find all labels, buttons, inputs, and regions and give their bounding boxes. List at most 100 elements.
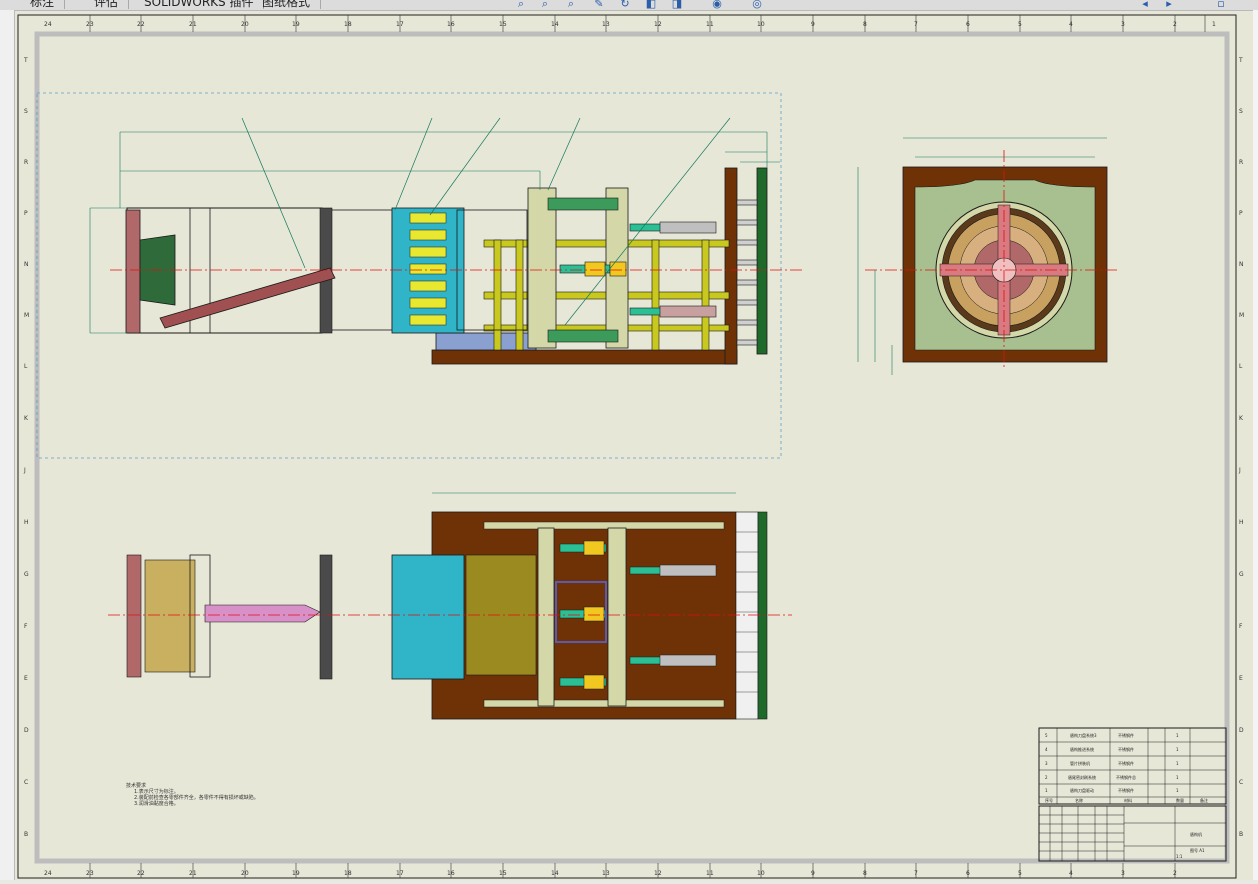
ruler-row: P [24,210,28,217]
ruler-col: 23 [86,21,94,28]
bom-cell: 盾构推进系统 [1070,746,1094,752]
window-restore-icon[interactable]: ◂ [1136,0,1154,10]
ruler-col: 8 [863,870,867,877]
ruler-col: 5 [1018,21,1022,28]
notes-line: 2.装配前检查各零部件齐全，各零件不得有损坏或缺陷。 [134,794,259,801]
ruler-row: R [1239,159,1243,166]
ruler-col: 12 [654,21,662,28]
ruler-col: 21 [189,21,197,28]
ruler-col: 7 [914,870,918,877]
ruler-col: 13 [602,21,610,28]
section-view-icon[interactable]: ◧ [642,0,660,10]
bom-cell: 不锈钢件总 [1116,774,1136,780]
top-struts [735,511,759,720]
base-frame [431,349,738,365]
ruler-row: R [24,159,28,166]
ruler-col: 2 [1173,21,1177,28]
ruler-col: 22 [137,21,145,28]
window-close-icon[interactable]: ▫ [1212,0,1230,10]
drawing-sheet[interactable]: 24 23 22 21 20 19 18 17 16 15 14 13 12 1… [15,11,1253,880]
ruler-row: T [23,57,28,64]
ruler-col: 14 [551,870,559,877]
top-reaction-plate [757,511,768,720]
zoom-in-out-icon[interactable]: ⌕ [562,0,580,10]
drawing-name: 盾构机 [1190,831,1202,837]
bom-cell: 不锈钢件 [1118,760,1134,766]
left-panel-scrollbar[interactable] [0,10,15,880]
ruler-col: 3 [1121,21,1125,28]
ruler-row: E [1239,675,1243,682]
bom-cell: 不锈钢件 [1118,732,1134,738]
ruler-row: E [24,675,28,682]
tab-sheet-format[interactable]: 图纸格式 [252,0,322,9]
tab-evaluate[interactable]: 评估 [84,0,130,9]
ruler-col: 11 [706,21,714,28]
back-plate [724,167,738,365]
ruler-row: F [24,623,28,630]
top-thrust-ring-rear [607,527,627,707]
top-thrust-ring-front [537,527,555,707]
top-seal-ring [319,554,333,680]
ruler-row: D [1239,727,1244,734]
ruler-col: 14 [551,21,559,28]
ruler-col: 19 [292,21,300,28]
reaction-plate [756,167,768,355]
segment-blocks [409,212,447,326]
drawing-scale: 1:1 [1176,854,1183,859]
ruler-col: 20 [241,21,249,28]
ruler-row: M [24,312,29,319]
drawing-canvas: 24 23 22 21 20 19 18 17 16 15 14 13 12 1… [15,11,1253,880]
top-rail-2 [483,699,725,708]
ruler-col: 24 [44,870,52,877]
ruler-col: 23 [86,870,94,877]
display-style-icon[interactable]: ◉ [708,0,726,10]
bom-header: 数量 [1176,797,1184,803]
ruler-row: G [1239,571,1244,578]
ruler-col: 20 [241,870,249,877]
notes-line: 1.表示尺寸为标注。 [134,788,179,795]
ruler-row: B [1239,831,1243,838]
ruler-col: 17 [396,21,404,28]
rotate-view-icon[interactable]: ↻ [616,0,634,10]
ruler-col: 6 [966,21,970,28]
ruler-row: N [24,261,29,268]
ruler-col: 18 [344,21,352,28]
thrust-ring-front [527,187,557,349]
drawing-number: 图号 A1 [1190,847,1205,853]
ruler-row: H [1239,519,1244,526]
top-cutterhead [126,554,142,678]
ruler-row: J [23,467,26,474]
ruler-row: F [1239,623,1243,630]
hide-show-icon[interactable]: ◎ [748,0,766,10]
top-screw-shaft [204,604,321,623]
ruler-row: P [1239,210,1243,217]
ruler-col: 15 [499,21,507,28]
ruler-col: 24 [44,21,52,28]
ruler-row: G [24,571,29,578]
ruler-row: D [24,727,29,734]
bom-cell: 不锈钢件 [1118,746,1134,752]
tab-solidworks-addins[interactable]: SOLIDWORKS 插件 [134,0,265,9]
ruler-col: 17 [396,870,404,877]
zoom-area-icon[interactable]: ⌕ [536,0,554,10]
tab-annotate[interactable]: 标注 [20,0,66,9]
window-max-icon[interactable]: ▸ [1160,0,1178,10]
bom-cell: 盾构刀盘系统3 [1070,732,1097,738]
zoom-to-fit-icon[interactable]: ⌕ [512,0,530,10]
view-orientation-icon[interactable]: ◨ [668,0,686,10]
ruler-col: 11 [706,870,714,877]
ruler-row: H [24,519,29,526]
bom-header: 序号 [1045,797,1053,803]
ruler-row: S [1239,108,1243,115]
ruler-col: 2 [1173,870,1177,877]
ruler-col: 19 [292,870,300,877]
notes-line: 3.润滑油黏度合格。 [134,800,179,807]
bom-cell: 管片拼装机 [1070,760,1090,766]
link-bar-top [547,197,619,211]
bom-header: 材料 [1124,797,1132,803]
ruler-col: 8 [863,21,867,28]
top-drive [144,559,196,673]
ruler-col: 3 [1121,870,1125,877]
rotate-icon[interactable]: ✎ [590,0,608,10]
ruler-row: N [1239,261,1244,268]
